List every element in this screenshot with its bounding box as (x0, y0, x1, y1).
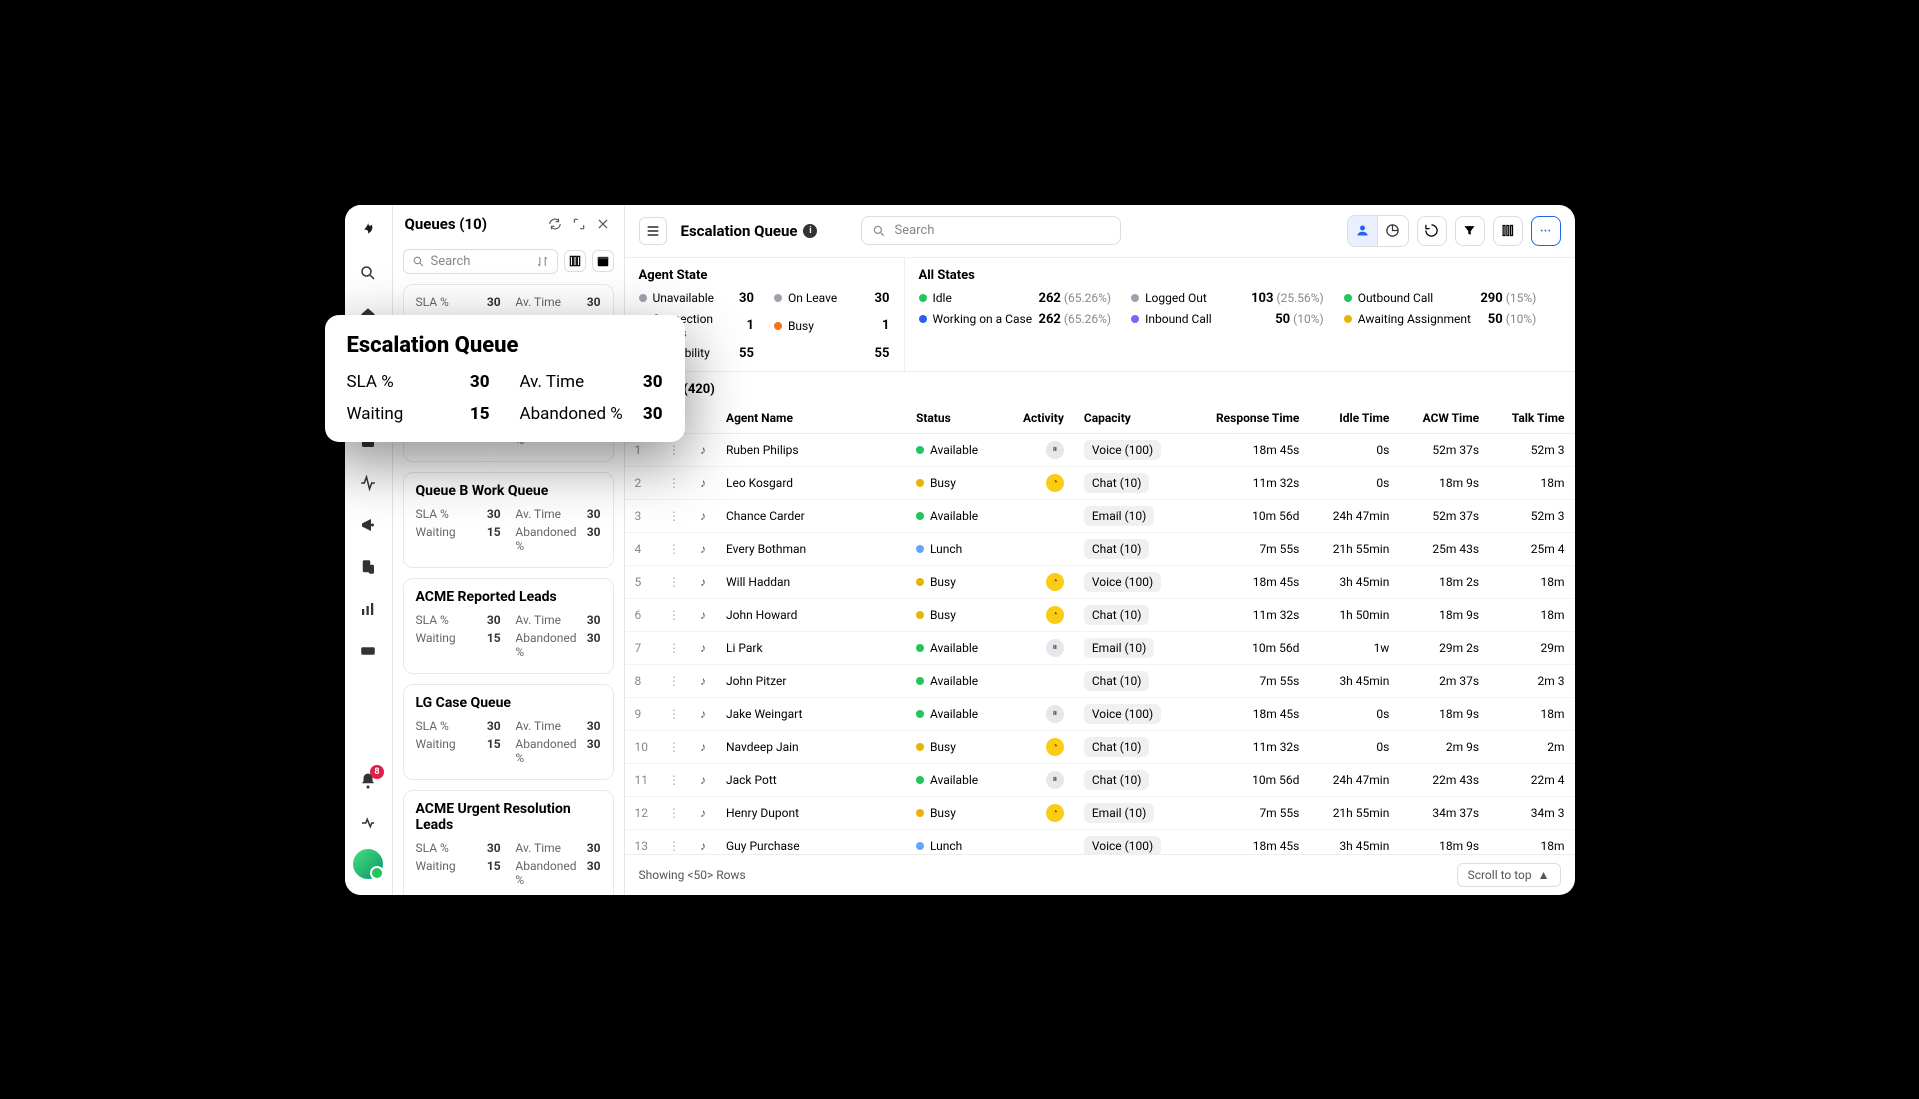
reload-button[interactable] (1417, 216, 1447, 246)
queue-card[interactable]: LG Case QueueSLA %30Av. Time30Waiting15A… (403, 684, 614, 780)
search-icon (872, 224, 886, 238)
table-row[interactable]: 4⋮♪Every BothmanLunchChat (10)7m 55s21h … (625, 532, 1575, 565)
all-states-header: All States (919, 268, 1561, 283)
menu-toggle[interactable] (639, 217, 667, 245)
col-acw[interactable]: ACW Time (1399, 403, 1489, 434)
user-avatar[interactable] (351, 847, 385, 881)
col-response[interactable]: Response Time (1188, 403, 1309, 434)
stat-item: Inbound Call50(10%) (1131, 312, 1324, 327)
queue-card[interactable]: ACME Reported LeadsSLA %30Av. Time30Wait… (403, 578, 614, 674)
col-activity[interactable]: Activity (1002, 403, 1073, 434)
close-icon[interactable] (594, 215, 612, 233)
col-status[interactable]: Status (906, 403, 1002, 434)
table-row[interactable]: 5⋮♪Will HaddanBusy◔Voice (100)18m 45s3h … (625, 565, 1575, 598)
refresh-icon[interactable] (546, 215, 564, 233)
stat-item: Busy1 (774, 312, 889, 340)
table-row[interactable]: 12⋮♪Henry DupontBusy◔Email (10)7m 55s21h… (625, 796, 1575, 829)
queues-sidebar: Queues (10) Search SLA %30Av. Time30Wait… (393, 205, 625, 895)
notification-badge: 8 (370, 765, 384, 779)
page-title: Escalation Queue (681, 222, 798, 240)
main-panel: Escalation Queue i Search Agent State Una… (625, 205, 1575, 895)
popover-title: Escalation Queue (347, 333, 663, 358)
table-row[interactable]: 11⋮♪Jack PottAvailable⏸Chat (10)10m 56d2… (625, 763, 1575, 796)
columns-icon[interactable] (564, 250, 586, 272)
table-row[interactable]: 13⋮♪Guy PurchaseLunchVoice (100)18m 45s3… (625, 829, 1575, 854)
queue-card[interactable]: ACME Urgent Resolution LeadsSLA %30Av. T… (403, 790, 614, 895)
more-button[interactable] (1531, 216, 1561, 246)
table-row[interactable]: 10⋮♪Navdeep JainBusy◔Chat (10)11m 32s0s2… (625, 730, 1575, 763)
table-row[interactable]: 7⋮♪Li ParkAvailable⏸Email (10)10m 56d1w2… (625, 631, 1575, 664)
stat-item: Awaiting Assignment50(10%) (1344, 312, 1537, 327)
table-row[interactable]: 6⋮♪John HowardBusy◔Chat (10)11m 32s1h 50… (625, 598, 1575, 631)
rail-notifications[interactable]: 8 (350, 763, 386, 799)
table-row[interactable]: 1⋮♪Ruben PhilipsAvailable⏸Voice (100)18m… (625, 433, 1575, 466)
col-idle[interactable]: Idle Time (1309, 403, 1399, 434)
col-name[interactable]: Agent Name (716, 403, 906, 434)
view-chart-button[interactable] (1378, 216, 1408, 246)
stat-item: Outbound Call290(15%) (1344, 291, 1537, 306)
agent-state-header: Agent State (639, 268, 890, 283)
stat-item: Idle262(65.26%) (919, 291, 1112, 306)
col-talk[interactable]: Talk Time (1489, 403, 1574, 434)
settings-button[interactable] (1493, 216, 1523, 246)
sidebar-search[interactable]: Search (403, 249, 558, 274)
table-row[interactable]: 2⋮♪Leo KosgardBusy◔Chat (10)11m 32s0s18m… (625, 466, 1575, 499)
rail-tickets[interactable] (350, 633, 386, 669)
left-icon-rail: 8 (345, 205, 393, 895)
expand-icon[interactable] (570, 215, 588, 233)
calendar-icon[interactable] (592, 250, 614, 272)
agents-table: Agent Name Status Activity Capacity Resp… (625, 403, 1575, 854)
sidebar-title: Queues (10) (405, 215, 488, 233)
queue-popover: Escalation Queue SLA %30 Av. Time30 Wait… (325, 315, 685, 442)
rail-broadcast[interactable] (350, 507, 386, 543)
sort-icon[interactable] (536, 255, 549, 268)
table-row[interactable]: 9⋮♪Jake WeingartAvailable⏸Voice (100)18m… (625, 697, 1575, 730)
scroll-top-button[interactable]: Scroll to top ▲ (1457, 863, 1561, 887)
table-row[interactable]: 8⋮♪John PitzerAvailableChat (10)7m 55s3h… (625, 664, 1575, 697)
stat-item: On Leave30 (774, 291, 889, 306)
rail-activity[interactable] (350, 465, 386, 501)
stat-item: Logged Out103(25.56%) (1131, 291, 1324, 306)
stat-item: 55 (774, 346, 889, 361)
rail-search[interactable] (350, 255, 386, 291)
col-capacity[interactable]: Capacity (1074, 403, 1188, 434)
queue-card[interactable]: Queue B Work QueueSLA %30Av. Time30Waiti… (403, 472, 614, 568)
main-search[interactable]: Search (861, 216, 1121, 245)
agents-count: Agents (420) (625, 372, 1575, 403)
search-icon (412, 255, 425, 268)
view-agents-button[interactable] (1348, 216, 1378, 246)
rail-devices[interactable] (350, 549, 386, 585)
row-count: Showing <50> Rows (639, 868, 746, 882)
stat-item: Working on a Case262(65.26%) (919, 312, 1112, 327)
app-logo (357, 219, 379, 241)
table-row[interactable]: 3⋮♪Chance CarderAvailableEmail (10)10m 5… (625, 499, 1575, 532)
rail-analytics[interactable] (350, 591, 386, 627)
info-icon[interactable]: i (803, 224, 817, 238)
rail-health[interactable] (350, 805, 386, 841)
filter-button[interactable] (1455, 216, 1485, 246)
stat-item: Unavailable30 (639, 291, 754, 306)
